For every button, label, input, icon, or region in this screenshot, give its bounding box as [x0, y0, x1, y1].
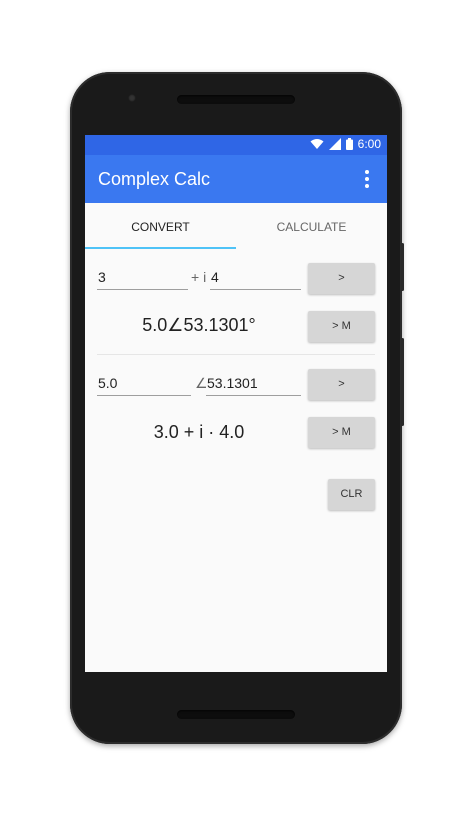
front-camera — [128, 94, 136, 102]
screen: 6:00 Complex Calc CONVERT CALCULATE 3 + … — [85, 135, 387, 672]
imaginary-part-input[interactable]: 4 — [210, 265, 301, 290]
app-bar: Complex Calc — [85, 155, 387, 203]
tab-indicator — [85, 247, 236, 249]
tab-calculate[interactable]: CALCULATE — [236, 203, 387, 251]
status-bar: 6:00 — [85, 135, 387, 155]
imaginary-operator-label: + i — [191, 269, 207, 285]
wifi-icon — [310, 139, 324, 149]
rectangular-memory-button[interactable]: > M — [308, 417, 375, 448]
battery-icon — [345, 138, 353, 150]
signal-icon — [328, 138, 341, 150]
rectangular-result: 3.0 + i · 4.0 — [153, 422, 245, 442]
magnitude-input[interactable]: 5.0 — [97, 371, 191, 396]
polar-result: 5.0∠53.1301° — [142, 315, 256, 335]
status-icons: 6:00 — [310, 137, 381, 151]
clear-button[interactable]: CLR — [328, 479, 375, 510]
tab-bar: CONVERT CALCULATE — [85, 203, 387, 251]
bottom-speaker — [177, 710, 295, 719]
convert-to-polar-button[interactable]: > — [308, 263, 375, 294]
tab-convert[interactable]: CONVERT — [85, 203, 236, 251]
power-button — [401, 243, 404, 291]
real-part-input[interactable]: 3 — [97, 265, 188, 290]
convert-to-rectangular-button[interactable]: > — [308, 369, 375, 400]
volume-button — [401, 338, 404, 426]
app-title: Complex Calc — [98, 169, 211, 189]
section-divider — [97, 354, 375, 355]
status-time: 6:00 — [357, 137, 381, 151]
polar-memory-button[interactable]: > M — [308, 311, 375, 342]
angle-input[interactable]: 53.1301 — [206, 371, 301, 396]
more-vert-icon[interactable] — [357, 167, 377, 191]
top-speaker — [177, 95, 295, 104]
